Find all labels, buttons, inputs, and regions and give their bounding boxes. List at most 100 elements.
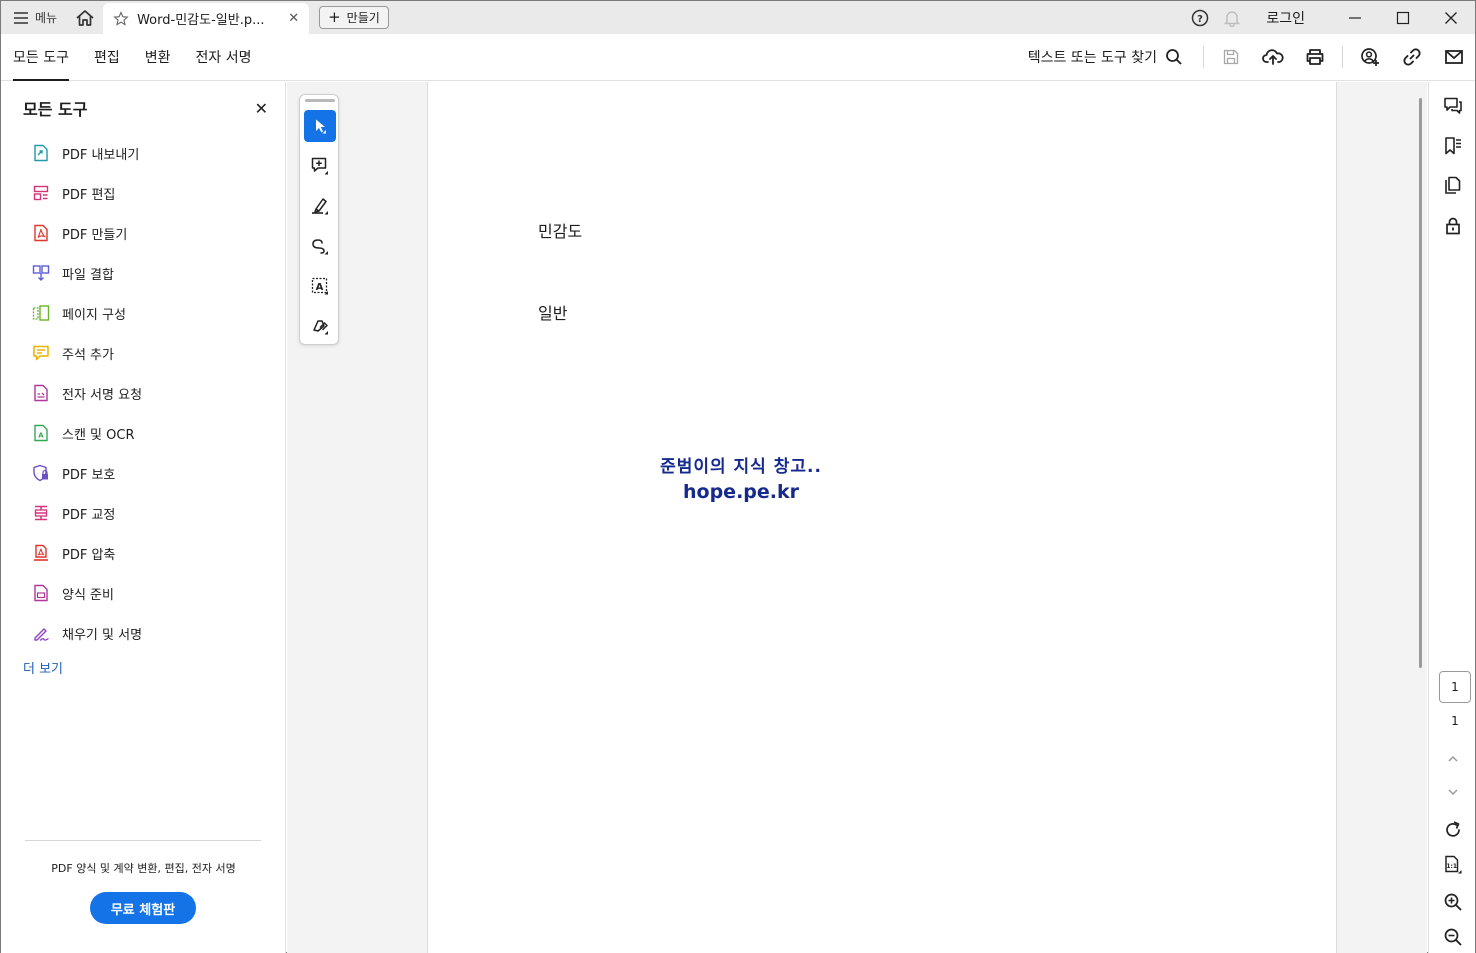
- scan-ocr-icon: A: [34, 424, 48, 442]
- tool-label: PDF 편집: [62, 187, 116, 203]
- comments-panel-button[interactable]: [1440, 93, 1466, 119]
- tool-request-esign[interactable]: 전자 서명 요청: [32, 373, 142, 413]
- toolbar-divider: [1203, 46, 1204, 68]
- maximize-icon: [1396, 11, 1410, 24]
- create-new-label: 만들기: [346, 11, 380, 25]
- hamburger-icon: [14, 11, 28, 24]
- comment-icon: [33, 345, 49, 361]
- menu-esign[interactable]: 전자 서명: [196, 34, 252, 81]
- organize-pages-icon: [32, 305, 50, 321]
- freehand-draw-icon: [312, 239, 328, 255]
- text-recognition-tool-button[interactable]: A: [304, 270, 336, 302]
- pages-panel-button[interactable]: [1440, 173, 1466, 199]
- bell-icon: [1224, 10, 1241, 27]
- tool-create-pdf[interactable]: PDF 만들기: [32, 213, 142, 253]
- save-button[interactable]: [1210, 34, 1252, 81]
- prepare-form-icon: [34, 584, 48, 602]
- comments-icon: [1444, 97, 1462, 114]
- current-page-input[interactable]: 1: [1439, 671, 1471, 703]
- rotate-button[interactable]: [1440, 817, 1466, 843]
- email-button[interactable]: [1433, 34, 1475, 81]
- login-link[interactable]: 로그인: [1266, 8, 1305, 28]
- security-panel-button[interactable]: [1440, 213, 1466, 239]
- tool-fill-sign[interactable]: 채우기 및 서명: [32, 613, 142, 653]
- bookmarks-panel-button[interactable]: [1440, 133, 1466, 159]
- panel-close-icon[interactable]: ✕: [255, 99, 268, 118]
- menu-button[interactable]: 메뉴: [1, 1, 67, 34]
- tool-compress-pdf[interactable]: PDF 압축: [32, 533, 142, 573]
- redact-pdf-icon: [34, 505, 48, 521]
- pdf-page[interactable]: 민감도 일반 준범이의 지식 창고.. hope.pe.kr: [427, 82, 1337, 953]
- maximize-button[interactable]: [1379, 1, 1427, 34]
- create-new-button[interactable]: + 만들기: [319, 6, 389, 29]
- share-user-button[interactable]: [1349, 34, 1391, 81]
- menu-all-tools[interactable]: 모든 도구: [13, 34, 69, 81]
- tool-prepare-form[interactable]: 양식 준비: [32, 573, 142, 613]
- watermark-line2: hope.pe.kr: [683, 481, 799, 503]
- free-trial-button[interactable]: 무료 체험판: [90, 892, 196, 924]
- tool-label: 양식 준비: [62, 587, 114, 603]
- tool-list: PDF 내보내기 PDF 편집 PDF 만들기 파일 결합 페이지 구성 주석 …: [32, 133, 142, 653]
- sign-tool-button[interactable]: [304, 310, 336, 342]
- print-button[interactable]: [1294, 34, 1336, 81]
- upload-cloud-button[interactable]: [1252, 34, 1294, 81]
- panel-divider: [25, 840, 261, 841]
- highlight-tool-button[interactable]: [304, 190, 336, 222]
- save-icon: [1223, 49, 1239, 65]
- document-tab[interactable]: Word-민감도-일반.p... ✕: [103, 2, 310, 35]
- tool-label: PDF 압축: [62, 547, 116, 563]
- fit-page-button[interactable]: 1:1: [1440, 852, 1466, 878]
- lock-icon: [1446, 217, 1460, 235]
- draw-tool-button[interactable]: [304, 230, 336, 262]
- rotate-icon: [1446, 821, 1460, 837]
- star-icon[interactable]: [113, 10, 129, 27]
- request-esign-icon: [34, 384, 48, 402]
- copy-link-button[interactable]: [1391, 34, 1433, 81]
- tool-organize-pages[interactable]: 페이지 구성: [32, 293, 142, 333]
- vertical-scrollbar[interactable]: [1419, 98, 1422, 668]
- find-tool-search[interactable]: 텍스트 또는 도구 찾기: [1028, 47, 1183, 67]
- zoom-out-button[interactable]: [1440, 924, 1466, 950]
- promo-text: PDF 양식 및 계약 변환, 편집, 전자 서명: [51, 862, 236, 875]
- menu-label: 메뉴: [35, 11, 58, 25]
- drag-handle[interactable]: [305, 99, 335, 102]
- svg-text:A: A: [316, 282, 324, 293]
- tool-label: 주석 추가: [62, 347, 114, 363]
- menu-edit[interactable]: 편집: [94, 34, 120, 81]
- watermark: 준범이의 지식 창고.. hope.pe.kr: [646, 452, 836, 503]
- combine-files-icon: [32, 265, 50, 281]
- tool-redact-pdf[interactable]: PDF 교정: [32, 493, 142, 533]
- next-page-button[interactable]: [1440, 779, 1466, 805]
- menu-bar: 모든 도구 편집 변환 전자 서명 텍스트 또는 도구 찾기: [1, 34, 1475, 81]
- tool-add-comment[interactable]: 주석 추가: [32, 333, 142, 373]
- tab-close-icon[interactable]: ✕: [288, 11, 299, 26]
- add-comment-tool-button[interactable]: [304, 150, 336, 182]
- chevron-down-icon: [1448, 789, 1458, 796]
- help-button[interactable]: ?: [1184, 1, 1216, 34]
- find-tool-label: 텍스트 또는 도구 찾기: [1027, 50, 1157, 66]
- tool-edit-pdf[interactable]: PDF 편집: [32, 173, 142, 213]
- tool-scan-ocr[interactable]: A 스캔 및 OCR: [32, 413, 142, 453]
- previous-page-button[interactable]: [1440, 746, 1466, 772]
- tool-protect-pdf[interactable]: PDF 보호: [32, 453, 142, 493]
- document-viewer[interactable]: A 민감도 일반 준범이의 지식 창고.. hope.pe.kr: [287, 82, 1427, 953]
- home-button[interactable]: [67, 1, 103, 34]
- tool-label: 스캔 및 OCR: [62, 427, 135, 443]
- select-tool-button[interactable]: [304, 110, 336, 142]
- tool-combine-files[interactable]: 파일 결합: [32, 253, 142, 293]
- minimize-button[interactable]: [1331, 1, 1379, 34]
- svg-text:1:1: 1:1: [1446, 863, 1457, 870]
- copy-pages-icon: [1445, 176, 1461, 194]
- notification-button[interactable]: [1216, 1, 1248, 34]
- right-rail: 1 1 1:1: [1428, 82, 1475, 953]
- add-user-icon: [1361, 48, 1379, 66]
- zoom-in-button[interactable]: [1440, 889, 1466, 915]
- show-more-link[interactable]: 더 보기: [23, 658, 63, 677]
- close-window-button[interactable]: [1427, 1, 1475, 34]
- help-icon: ?: [1192, 9, 1209, 26]
- tool-export-pdf[interactable]: PDF 내보내기: [32, 133, 142, 173]
- tool-label: 페이지 구성: [62, 307, 126, 323]
- bookmark-icon: [1445, 137, 1461, 155]
- menu-convert[interactable]: 변환: [145, 34, 171, 81]
- minimize-icon: [1349, 16, 1361, 19]
